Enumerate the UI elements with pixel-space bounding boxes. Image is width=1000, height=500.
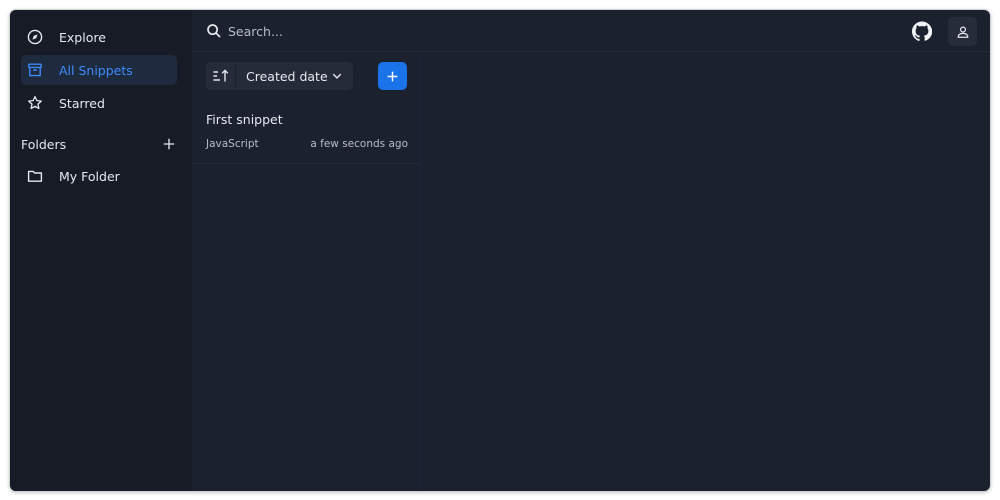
sort-label: Created date [246,68,328,84]
search-input[interactable] [228,20,528,42]
main-area: Created date First snippet JavaScript a … [192,10,990,491]
snippet-list-panel: Created date First snippet JavaScript a … [192,52,421,491]
app-window: Explore All Snippets Starred Folders My … [10,10,990,491]
chevron-down-icon [332,73,342,79]
folders-heading: Folders [21,136,67,152]
top-bar [192,10,990,52]
sidebar: Explore All Snippets Starred Folders My … [10,10,192,491]
snippet-language: JavaScript [206,138,259,150]
sort-direction-button[interactable] [206,62,236,90]
snippet-list-item[interactable]: First snippet JavaScript a few seconds a… [192,104,421,164]
folder-item-my-folder[interactable]: My Folder [21,161,177,191]
user-icon [957,25,968,38]
sort-select[interactable]: Created date [236,62,353,90]
github-icon[interactable] [912,21,932,41]
sort-control: Created date [206,62,353,90]
compass-icon [27,29,43,45]
sidebar-item-label: Explore [59,29,106,45]
plus-icon [387,71,398,81]
snippet-timestamp: a few seconds ago [310,138,408,150]
sort-ascending-icon [213,69,228,82]
search-icon [207,24,221,38]
sidebar-item-starred[interactable]: Starred [21,88,177,118]
sidebar-item-label: Starred [59,95,105,111]
archive-icon [27,62,43,78]
folders-section-header: Folders [21,135,177,153]
sidebar-item-label: All Snippets [59,62,133,78]
sidebar-item-all-snippets[interactable]: All Snippets [21,55,177,85]
folder-label: My Folder [59,168,120,184]
add-snippet-button[interactable] [378,62,407,90]
add-folder-button[interactable] [161,136,177,152]
star-icon [27,95,43,111]
plus-icon [163,138,175,150]
snippet-title: First snippet [206,112,283,127]
folder-icon [27,168,43,184]
user-menu-button[interactable] [948,17,977,46]
sidebar-item-explore[interactable]: Explore [21,22,177,52]
